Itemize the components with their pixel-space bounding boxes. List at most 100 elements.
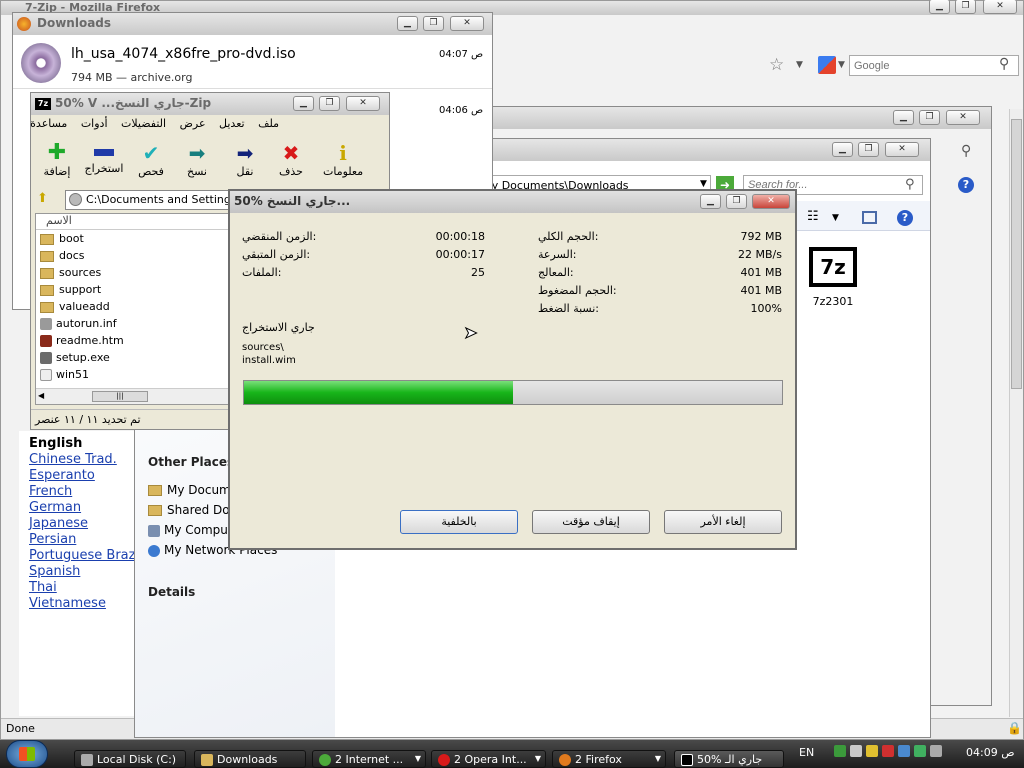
- progress-close-button[interactable]: ✕: [752, 194, 790, 209]
- sevenzip-minimize-button[interactable]: ▁: [293, 96, 314, 111]
- language-link[interactable]: Japanese: [29, 516, 141, 532]
- menu-favorites[interactable]: التفضيلات: [121, 117, 166, 130]
- firefox-search-input[interactable]: [849, 55, 1019, 76]
- sevenzip-maximize-button[interactable]: ❐: [319, 96, 340, 111]
- current-file: install.wim: [242, 355, 296, 366]
- firefox-maximize-button[interactable]: ❐: [955, 0, 976, 14]
- progress-dialog: 50% جاري النسخ... ▁ ❐ ✕ الزمن المنقضي: ا…: [228, 189, 797, 550]
- file-row[interactable]: boot: [36, 230, 230, 247]
- background-button[interactable]: بالخلفية: [400, 510, 518, 534]
- views-dropdown-icon[interactable]: ▼: [832, 213, 839, 223]
- scroll-thumb[interactable]: |||: [92, 391, 148, 402]
- language-link[interactable]: French: [29, 484, 141, 500]
- file-name: setup.exe: [56, 351, 110, 364]
- explorer-close-button[interactable]: ✕: [885, 142, 919, 157]
- bookmark-star-icon[interactable]: ☆: [769, 55, 784, 75]
- scroll-thumb[interactable]: [1011, 119, 1022, 389]
- taskbar-item-local-disk[interactable]: Local Disk (C:): [74, 750, 186, 768]
- language-indicator[interactable]: EN: [799, 746, 814, 759]
- file-row[interactable]: setup.exe: [36, 349, 230, 366]
- folder-icon: [40, 284, 54, 296]
- name-column-header[interactable]: الاسم: [36, 214, 230, 230]
- explorer-help-icon[interactable]: ?: [897, 210, 913, 226]
- firefox-scrollbar[interactable]: [1009, 109, 1023, 717]
- taskbar-label: 2 Opera Int...: [454, 753, 527, 766]
- test-button[interactable]: ✔ فحص: [135, 141, 167, 178]
- language-link[interactable]: Portuguese Braz: [29, 548, 141, 564]
- explorer-minimize-button[interactable]: ▁: [832, 142, 853, 157]
- taskbar-item-internet[interactable]: 2 Internet ... ▼: [312, 750, 426, 768]
- move-button[interactable]: ➡ نقل: [229, 141, 261, 178]
- search-magnifier-icon[interactable]: ⚲: [999, 56, 1009, 72]
- views-icon[interactable]: ☷: [807, 209, 819, 224]
- volume-tray-icon[interactable]: [850, 745, 862, 757]
- downloads-maximize-button[interactable]: ❐: [423, 16, 444, 31]
- background-maximize-button[interactable]: ❐: [919, 110, 940, 125]
- search-engine-dropdown-icon[interactable]: ▼: [838, 60, 845, 70]
- background-search-icon[interactable]: ⚲: [961, 143, 971, 159]
- network-tray-icon[interactable]: [834, 745, 846, 757]
- taskbar-item-opera[interactable]: 2 Opera Int... ▼: [431, 750, 546, 768]
- explorer-maximize-button[interactable]: ❐: [858, 142, 879, 157]
- language-link[interactable]: Persian: [29, 532, 141, 548]
- language-link[interactable]: Chinese Trad.: [29, 452, 141, 468]
- search-engine-icon[interactable]: [818, 56, 836, 74]
- file-row[interactable]: docs: [36, 247, 230, 264]
- display-tray-icon[interactable]: [898, 745, 910, 757]
- menu-tools[interactable]: أدوات: [81, 117, 108, 130]
- menu-file[interactable]: ملف: [258, 117, 279, 130]
- horizontal-scrollbar[interactable]: ◀ |||: [36, 388, 230, 404]
- file-row[interactable]: sources: [36, 264, 230, 281]
- menu-help[interactable]: مساعدة: [30, 117, 67, 130]
- background-close-button[interactable]: ✕: [946, 110, 980, 125]
- progress-minimize-button[interactable]: ▁: [700, 194, 721, 209]
- background-minimize-button[interactable]: ▁: [893, 110, 914, 125]
- cancel-button[interactable]: إلغاء الأمر: [664, 510, 782, 534]
- up-folder-icon[interactable]: ⬆: [37, 191, 48, 206]
- language-link[interactable]: German: [29, 500, 141, 516]
- security-tray-icon[interactable]: [882, 745, 894, 757]
- speaker-tray-icon[interactable]: [930, 745, 942, 757]
- computer-icon: [148, 524, 160, 537]
- copy-button[interactable]: ➡ نسخ: [181, 141, 213, 178]
- connection-tray-icon[interactable]: [914, 745, 926, 757]
- downloads-close-button[interactable]: ✕: [450, 16, 484, 31]
- scroll-left-icon[interactable]: ◀: [38, 391, 44, 400]
- explorer-search-icon[interactable]: ⚲: [905, 177, 915, 192]
- language-link[interactable]: Vietnamese: [29, 596, 141, 612]
- progress-maximize-button[interactable]: ❐: [726, 194, 747, 209]
- taskbar-item-downloads[interactable]: Downloads: [194, 750, 306, 768]
- clock[interactable]: ص 04:09: [966, 746, 1015, 759]
- menu-view[interactable]: عرض: [180, 117, 206, 130]
- update-tray-icon[interactable]: [866, 745, 878, 757]
- sevenzip-close-button[interactable]: ✕: [346, 96, 380, 111]
- add-button[interactable]: ✚ إضافة: [39, 141, 75, 179]
- file-row[interactable]: support: [36, 281, 230, 298]
- file-row[interactable]: win51: [36, 366, 230, 383]
- file-row[interactable]: valueadd: [36, 298, 230, 315]
- taskbar-item-firefox[interactable]: 2 Firefox ▼: [552, 750, 666, 768]
- file-item-7z[interactable]: 7z 7z2301: [805, 247, 861, 308]
- file-icon: [40, 369, 52, 381]
- downloads-minimize-button[interactable]: ▁: [397, 16, 418, 31]
- language-link[interactable]: Esperanto: [29, 468, 141, 484]
- language-link[interactable]: Thai: [29, 580, 141, 596]
- firefox-close-button[interactable]: ✕: [983, 0, 1017, 14]
- file-row[interactable]: readme.htm: [36, 332, 230, 349]
- extract-button[interactable]: استخراج: [83, 141, 125, 175]
- taskbar-item-sevenzip[interactable]: 50% جاري الـ: [674, 750, 784, 768]
- preview-pane-icon[interactable]: [862, 211, 877, 224]
- firefox-minimize-button[interactable]: ▁: [929, 0, 950, 14]
- info-button[interactable]: i معلومات: [323, 141, 363, 178]
- address-dropdown-icon[interactable]: ▼: [700, 179, 707, 189]
- selection-status: تم تحديد ١١ / ١١ عنصر: [35, 413, 141, 426]
- url-dropdown-icon[interactable]: ▼: [796, 60, 803, 70]
- file-row[interactable]: autorun.inf: [36, 315, 230, 332]
- pause-button[interactable]: إيقاف مؤقت: [532, 510, 650, 534]
- delete-button[interactable]: ✖ حذف: [275, 141, 307, 178]
- folder-icon: [148, 505, 162, 516]
- menu-edit[interactable]: تعديل: [219, 117, 245, 130]
- language-link[interactable]: Spanish: [29, 564, 141, 580]
- background-help-icon[interactable]: ?: [958, 177, 974, 193]
- download-item[interactable]: lh_usa_4074_x86fre_pro-dvd.iso 794 MB — …: [13, 37, 492, 89]
